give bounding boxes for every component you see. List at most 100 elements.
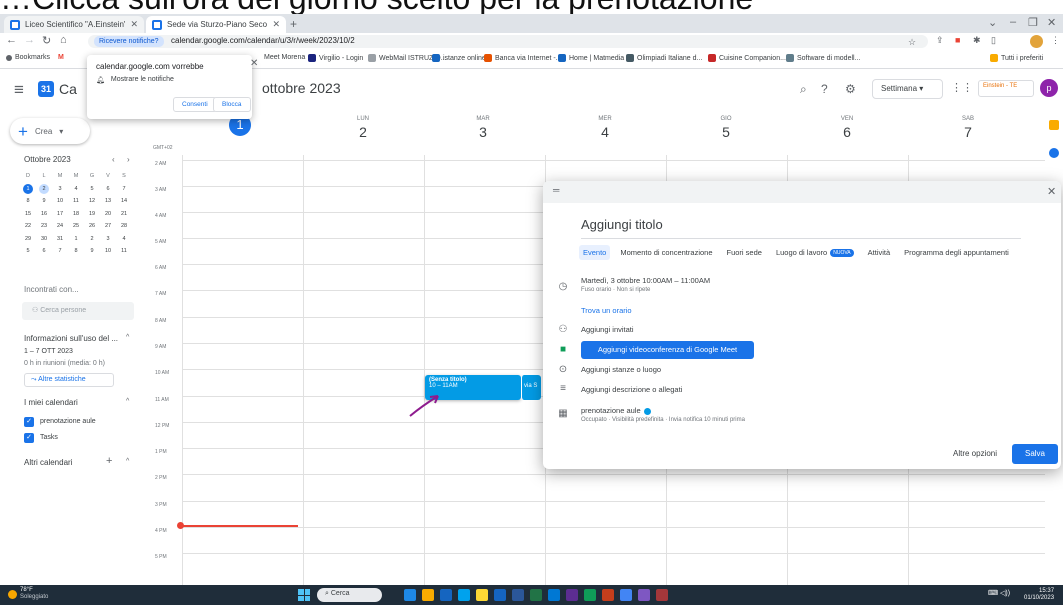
search-people-input[interactable]: ⚇ Cerca persone: [22, 302, 134, 320]
bookmark-item[interactable]: Software di modell...: [786, 54, 860, 62]
calendar-item-tasks[interactable]: Tasks: [40, 434, 58, 441]
add-description[interactable]: Aggiungi descrizione o allegati: [581, 385, 682, 394]
more-options-button[interactable]: Altre opzioni: [953, 449, 997, 458]
add-meet-button[interactable]: Aggiungi videoconferenza di Google Meet: [581, 341, 754, 359]
mini-day[interactable]: 14: [116, 195, 132, 208]
help-icon[interactable]: ?: [821, 82, 828, 96]
mini-day[interactable]: 9: [36, 195, 52, 208]
day-header-fri[interactable]: VEN 6: [787, 110, 907, 140]
prev-month-icon[interactable]: ‹: [112, 155, 115, 164]
url-text[interactable]: calendar.google.com/calendar/u/3/r/week/…: [171, 36, 355, 45]
mini-day[interactable]: 30: [36, 233, 52, 246]
tab-fuori-sede[interactable]: Fuori sede: [723, 245, 766, 260]
day-number[interactable]: 7: [908, 124, 1028, 140]
mini-day[interactable]: 8: [68, 245, 84, 258]
day-header-tue[interactable]: MAR 3: [423, 110, 543, 140]
bookmark-item[interactable]: Banca via Internet -...: [484, 54, 562, 62]
mini-day[interactable]: 18: [68, 208, 84, 221]
mini-day[interactable]: 27: [100, 220, 116, 233]
mini-day[interactable]: 16: [36, 208, 52, 221]
weather-widget[interactable]: 78°F Soleggiato: [20, 587, 48, 601]
mini-day[interactable]: 20: [100, 208, 116, 221]
taskbar-app-icon[interactable]: [566, 589, 578, 601]
bookmark-item[interactable]: Meet Morena: [264, 54, 305, 61]
bookmark-item[interactable]: Virgilio - Login: [308, 54, 363, 62]
clock[interactable]: 15:37 01/10/2023: [1024, 588, 1054, 602]
mini-day[interactable]: 8: [20, 195, 36, 208]
block-button[interactable]: Blocca: [213, 97, 251, 112]
close-window-icon[interactable]: ✕: [1047, 16, 1056, 29]
avatar[interactable]: p: [1040, 79, 1058, 97]
taskbar-app-icon[interactable]: [422, 589, 434, 601]
day-header-wed[interactable]: MER 4: [545, 110, 665, 140]
taskbar-app-icon[interactable]: [656, 589, 668, 601]
taskbar-app-icon[interactable]: [620, 589, 632, 601]
other-calendars-heading[interactable]: Altri calendari: [24, 458, 72, 467]
mini-day[interactable]: 3: [100, 233, 116, 246]
mini-day[interactable]: 6: [36, 245, 52, 258]
day-header-mon[interactable]: LUN 2: [303, 110, 423, 140]
home-icon[interactable]: ⌂: [60, 34, 67, 46]
mini-day[interactable]: 11: [68, 195, 84, 208]
browser-tab-liceo[interactable]: Liceo Scientifico "A.Einstein" - C... ✕: [4, 16, 144, 33]
taskbar-app-icon[interactable]: [404, 589, 416, 601]
tab-search-icon[interactable]: ⌄: [988, 16, 997, 29]
mini-day[interactable]: 1: [20, 183, 36, 196]
taskbar-app-icon[interactable]: [530, 589, 542, 601]
day-header-thu[interactable]: GIO 5: [666, 110, 786, 140]
taskbar-search[interactable]: ⌕ Cerca: [317, 588, 382, 602]
day-number[interactable]: 2: [303, 124, 423, 140]
google-apps-icon[interactable]: ⋮⋮: [951, 81, 973, 94]
mini-day[interactable]: 22: [20, 220, 36, 233]
collapse-icon[interactable]: ^: [126, 334, 129, 341]
collapse-icon[interactable]: ^: [126, 398, 129, 405]
mini-day[interactable]: 21: [116, 208, 132, 221]
browser-tab-sede[interactable]: Sede via Sturzo-Piano Secondo ✕: [146, 16, 286, 33]
add-rooms[interactable]: Aggiungi stanze o luogo: [581, 365, 661, 374]
day-number[interactable]: 5: [666, 124, 786, 140]
mini-day[interactable]: 5: [20, 245, 36, 258]
more-stats-button[interactable]: ⤳ Altre statistiche: [24, 373, 114, 387]
reload-icon[interactable]: ↻: [42, 34, 51, 47]
day-header-sat[interactable]: SAB 7: [908, 110, 1028, 140]
event-title-input[interactable]: Aggiungi titolo: [581, 217, 1021, 239]
calendar-sub[interactable]: Occupato · Visibilità predefinita · Invi…: [581, 417, 745, 423]
day-number[interactable]: 4: [545, 124, 665, 140]
add-guests[interactable]: Aggiungi invitati: [581, 325, 634, 334]
tab-close-icon[interactable]: ✕: [272, 19, 280, 30]
bookmark-item[interactable]: Olimpiadi Italiane d...: [626, 54, 702, 62]
settings-gear-icon[interactable]: ⚙: [845, 82, 856, 96]
close-icon[interactable]: ✕: [250, 58, 258, 69]
bookmark-item[interactable]: Home | Matmedia: [558, 54, 624, 62]
taskbar-app-icon[interactable]: [602, 589, 614, 601]
mini-day[interactable]: 4: [116, 233, 132, 246]
day-number[interactable]: 3: [423, 124, 543, 140]
restore-icon[interactable]: ❐: [1028, 16, 1038, 29]
mini-day[interactable]: 13: [100, 195, 116, 208]
event-datetime-sub[interactable]: Fuso orario · Non si ripete: [581, 287, 650, 293]
mini-day[interactable]: 7: [116, 183, 132, 196]
checkbox-icon[interactable]: ✓: [24, 433, 34, 443]
taskbar-app-icon[interactable]: [494, 589, 506, 601]
calendar-selector[interactable]: prenotazione aule: [581, 406, 651, 415]
extensions-icon[interactable]: ✱: [973, 35, 981, 46]
mini-day[interactable]: 9: [84, 245, 100, 258]
tasks-icon[interactable]: [1049, 148, 1059, 158]
time-insights-heading[interactable]: Informazioni sull'uso del ...: [24, 334, 118, 343]
mini-day[interactable]: 26: [84, 220, 100, 233]
mini-day[interactable]: 11: [116, 245, 132, 258]
mini-day[interactable]: 19: [84, 208, 100, 221]
system-tray-icons[interactable]: ⌨ ◁)): [988, 590, 1010, 597]
keep-icon[interactable]: [1049, 120, 1059, 130]
browser-profile-icon[interactable]: [1030, 35, 1043, 48]
taskbar-app-icon[interactable]: [458, 589, 470, 601]
tab-programma-appuntamenti[interactable]: Programma degli appuntamenti: [900, 245, 1013, 260]
mini-day[interactable]: 10: [52, 195, 68, 208]
checkbox-icon[interactable]: ✓: [24, 417, 34, 427]
tab-evento[interactable]: Evento: [579, 245, 611, 260]
tab-close-icon[interactable]: ✕: [130, 19, 138, 30]
day-number[interactable]: 6: [787, 124, 907, 140]
bookmark-item[interactable]: Bookmarks: [6, 54, 50, 61]
mini-day[interactable]: 3: [52, 183, 68, 196]
taskbar-app-icon[interactable]: [584, 589, 596, 601]
